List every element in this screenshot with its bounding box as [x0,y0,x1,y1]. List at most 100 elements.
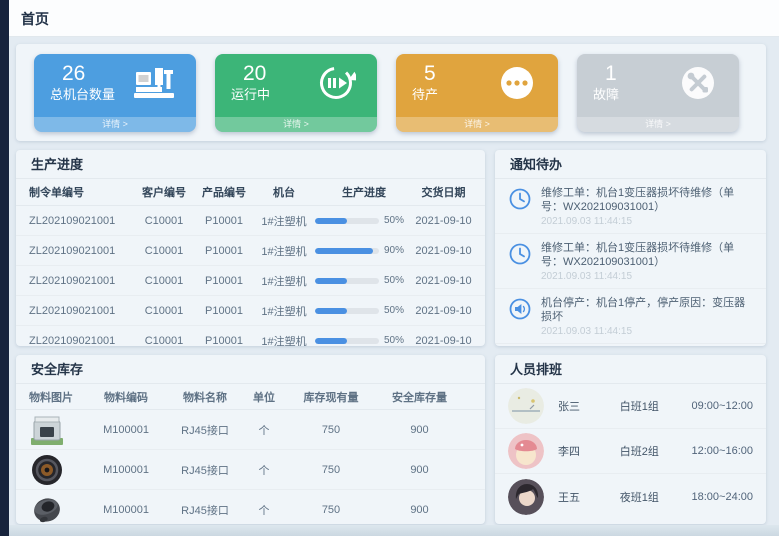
progress-cell: 50% [313,275,415,286]
notification-item[interactable]: 机台停产：机台1停产，停产原因：变压器损坏2021.09.03 11:44:15 [495,289,766,344]
material-name-cell: RJ45接口 [167,502,243,518]
progress-bar [315,218,379,224]
progress-cell: 50% [313,305,415,316]
unit-cell: 个 [243,502,285,518]
production-column-header: 交货日期 [415,184,472,200]
on-hand-qty-cell: 750 [285,464,377,476]
delivery-date-cell: 2021-09-10 [415,335,472,347]
delivery-date-cell: 2021-09-10 [415,245,472,257]
stock-header-row: 物料图片物料编码物料名称单位库存现有量安全库存量 [16,384,485,410]
notification-item[interactable]: 维修工单：机台1变压器损坏待维修（单号：WX202109031001）2021.… [495,234,766,289]
notification-timestamp: 2021.09.03 11:44:15 [541,270,753,283]
stock-table-header: 物料图片物料编码物料名称单位库存现有量安全库存量 [16,384,485,410]
order-no-cell: ZL202109021001 [29,245,135,257]
on-hand-qty-cell: 750 [285,424,377,436]
stat-card-body: 5待产 [396,54,558,104]
stat-card-running[interactable]: 20运行中详情 > [215,54,377,132]
stat-card-label: 故障 [593,86,619,104]
unit-cell: 个 [243,462,285,478]
progress-percent: 50% [384,335,404,346]
stock-column-header: 物料名称 [167,389,243,405]
material-name-cell: RJ45接口 [167,422,243,438]
on-hand-qty-cell: 750 [285,504,377,516]
stat-card-info: 20运行中 [231,62,270,104]
speaker-round-image [29,454,85,486]
order-no-cell: ZL202109021001 [29,305,135,317]
stat-card-fault[interactable]: 1故障详情 > [577,54,739,132]
notifications-list: 维修工单：机台1变压器损坏待维修（单号：WX202109031001） 2021.… [495,179,766,346]
clock-icon [508,242,532,266]
person-name: 李四 [558,443,620,459]
scenery-avatar [508,388,544,424]
production-row[interactable]: ZL202109021001C10001P100011#注塑机50%2021-0… [16,266,485,296]
speaker-cone-image [29,494,85,525]
stat-card-detail-link[interactable]: 详情 > [577,117,739,132]
stock-row[interactable]: M100001RJ45接口个750900 [16,450,485,490]
progress-bar-fill [315,218,347,224]
speaker-icon [508,297,532,321]
stock-column-header: 安全库存量 [377,389,462,405]
production-column-header: 机台 [255,184,313,200]
stat-card-body: 26总机台数量 [34,54,196,104]
stat-card-info: 1故障 [593,62,619,104]
schedule-row[interactable]: 张三白班1组09:00~12:00 [495,384,766,429]
product-cell: P10001 [193,305,255,317]
stat-card-pending[interactable]: 5待产详情 > [396,54,558,132]
schedule-row[interactable]: 王五夜班1组18:00~24:00 [495,474,766,519]
delivery-date-cell: 2021-09-10 [415,215,472,227]
stock-column-header: 单位 [243,389,285,405]
stat-card-total-machines[interactable]: 26总机台数量详情 > [34,54,196,132]
product-cell: P10001 [193,275,255,287]
progress-bar [315,278,379,284]
clock-icon [508,187,532,211]
stock-column-header: 物料编码 [85,389,167,405]
tab-bar: 首页 [9,0,779,37]
machine-cell: 1#注塑机 [255,213,313,229]
panel-title-notifications: 通知待办 [495,150,766,179]
tab-home[interactable]: 首页 [21,9,49,29]
progress-bar [315,338,379,344]
stat-card-detail-link[interactable]: 详情 > [34,117,196,132]
progress-cell: 90% [313,245,415,256]
stock-table-body: M100001RJ45接口个750900M100001RJ45接口个750900… [16,410,485,524]
progress-percent: 50% [384,305,404,316]
schedule-list: 张三白班1组09:00~12:00李四白班2组12:00~16:00王五夜班1组… [495,384,766,519]
pink-avatar [508,433,544,469]
production-column-header: 制令单编号 [29,184,135,200]
notification-content: 维修工单：机台1变压器损坏待维修（单号：WX202109031001）2021.… [541,186,753,228]
customer-cell: C10001 [135,245,193,257]
customer-cell: C10001 [135,305,193,317]
stock-column-header: 库存现有量 [285,389,377,405]
shift-label: 白班2组 [620,443,692,459]
production-row[interactable]: ZL202109021001C10001P100011#注塑机90%2021-0… [16,236,485,266]
production-column-header: 生产进度 [313,184,415,200]
panel-title-stock: 安全库存 [16,355,485,384]
rj45-image [29,414,85,446]
customer-cell: C10001 [135,335,193,347]
stat-card-detail-link[interactable]: 详情 > [215,117,377,132]
person-name: 王五 [558,489,620,505]
bottom-edge-strip [9,525,779,536]
stat-card-value: 26 [50,62,115,86]
material-code-cell: M100001 [85,504,167,516]
order-no-cell: ZL202109021001 [29,275,135,287]
stock-row[interactable]: M100001RJ45接口个750900 [16,490,485,524]
stat-card-detail-link[interactable]: 详情 > [396,117,558,132]
product-cell: P10001 [193,215,255,227]
product-cell: P10001 [193,335,255,347]
notification-text: 维修工单：机台1变压器损坏待维修（单号：WX202109031001） [541,186,753,214]
production-row[interactable]: ZL202109021001C10001P100011#注塑机50%2021-0… [16,206,485,236]
shift-label: 白班1组 [620,398,692,414]
material-name-cell: RJ45接口 [167,462,243,478]
personnel-schedule-panel: 人员排班 张三白班1组09:00~12:00李四白班2组12:00~16:00王… [495,355,766,524]
notification-timestamp: 2021.09.03 11:44:15 [541,325,753,338]
stock-row[interactable]: M100001RJ45接口个750900 [16,410,485,450]
production-row[interactable]: ZL202109021001C10001P100011#注塑机50%2021-0… [16,296,485,326]
production-row[interactable]: ZL202109021001C10001P100011#注塑机50%2021-0… [16,326,485,346]
notification-item[interactable]: 维修工单：机台1变压器损坏待维修（单号：WX202109031001）2021.… [495,179,766,234]
production-column-header: 客户编号 [135,184,193,200]
stat-card-body: 20运行中 [215,54,377,104]
shift-time: 18:00~24:00 [692,491,753,503]
notification-item[interactable]: 计划暂停：机台1生产计划已暂停2021.09.03 11:44:15 [495,344,766,346]
schedule-row[interactable]: 李四白班2组12:00~16:00 [495,429,766,474]
